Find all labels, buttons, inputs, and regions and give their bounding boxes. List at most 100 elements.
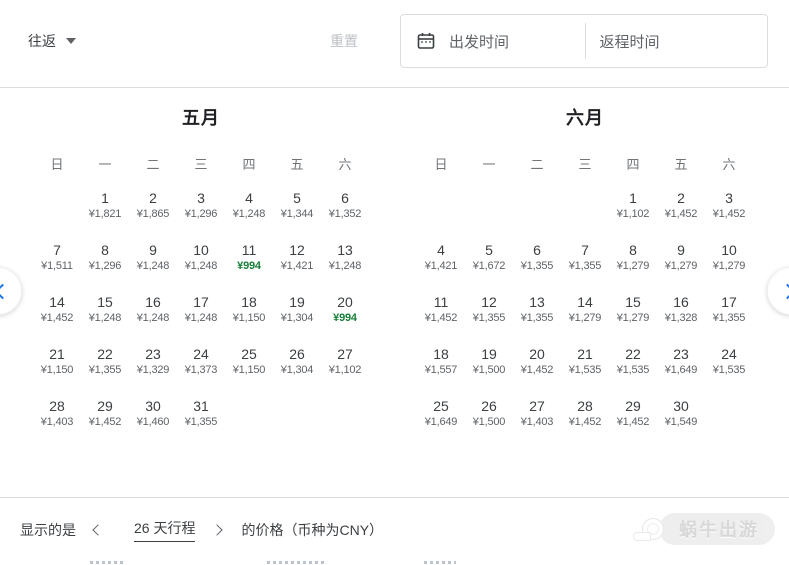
day-cell[interactable]: 22 ¥1,355 <box>81 344 129 396</box>
day-cell[interactable]: 6 ¥1,352 <box>321 188 369 240</box>
day-number: 14 <box>577 294 593 310</box>
footer-prefix-label: 显示的是 <box>20 522 76 538</box>
day-cell[interactable]: 27 ¥1,102 <box>321 344 369 396</box>
day-cell[interactable]: 22 ¥1,535 <box>609 344 657 396</box>
day-cell[interactable]: 24 ¥1,373 <box>177 344 225 396</box>
day-cell[interactable]: 7 ¥1,355 <box>561 240 609 292</box>
increase-trip-length-button[interactable] <box>209 522 225 538</box>
day-price: ¥1,304 <box>280 364 314 376</box>
day-number: 20 <box>337 294 353 310</box>
day-cell[interactable]: 8 ¥1,296 <box>81 240 129 292</box>
day-cell[interactable]: 18 ¥1,150 <box>225 292 273 344</box>
day-price: ¥1,329 <box>136 364 170 376</box>
day-cell[interactable]: 3 ¥1,452 <box>705 188 753 240</box>
day-cell[interactable]: 2 ¥1,452 <box>657 188 705 240</box>
day-cell[interactable]: 19 ¥1,304 <box>273 292 321 344</box>
chevron-left-icon <box>92 524 104 536</box>
trip-length-value[interactable]: 26 天行程 <box>134 518 196 542</box>
day-price: ¥1,452 <box>616 416 650 428</box>
day-cell[interactable]: 20 ¥994 <box>321 292 369 344</box>
day-cell[interactable]: 13 ¥1,248 <box>321 240 369 292</box>
day-cell[interactable]: 25 ¥1,649 <box>417 396 465 448</box>
day-cell[interactable]: 27 ¥1,403 <box>513 396 561 448</box>
day-cell[interactable]: 15 ¥1,279 <box>609 292 657 344</box>
day-cell[interactable]: 4 ¥1,248 <box>225 188 273 240</box>
day-cell[interactable]: 8 ¥1,279 <box>609 240 657 292</box>
day-price: ¥1,102 <box>328 364 362 376</box>
day-cell[interactable]: 18 ¥1,557 <box>417 344 465 396</box>
day-price: ¥1,279 <box>568 312 602 324</box>
day-cell[interactable]: 5 ¥1,344 <box>273 188 321 240</box>
day-cell[interactable]: 7 ¥1,511 <box>33 240 81 292</box>
day-number: 16 <box>673 294 689 310</box>
day-cell[interactable]: 15 ¥1,248 <box>81 292 129 344</box>
day-price: ¥1,248 <box>136 260 170 272</box>
day-cell[interactable]: 9 ¥1,248 <box>129 240 177 292</box>
day-cell[interactable]: 25 ¥1,150 <box>225 344 273 396</box>
day-price: ¥1,279 <box>712 260 746 272</box>
day-cell[interactable]: 11 ¥994 <box>225 240 273 292</box>
day-number: 6 <box>533 242 541 258</box>
day-cell[interactable]: 23 ¥1,329 <box>129 344 177 396</box>
day-price: ¥1,500 <box>472 364 506 376</box>
calendar-icon <box>417 32 435 50</box>
day-price: ¥1,355 <box>472 312 506 324</box>
day-number: 23 <box>673 346 689 362</box>
day-cell[interactable]: 29 ¥1,452 <box>81 396 129 448</box>
day-cell[interactable]: 4 ¥1,421 <box>417 240 465 292</box>
day-cell[interactable]: 9 ¥1,279 <box>657 240 705 292</box>
day-cell[interactable]: 2 ¥1,865 <box>129 188 177 240</box>
day-cell[interactable]: 12 ¥1,421 <box>273 240 321 292</box>
day-number: 21 <box>49 346 65 362</box>
day-cell[interactable]: 26 ¥1,500 <box>465 396 513 448</box>
day-cell[interactable]: 14 ¥1,452 <box>33 292 81 344</box>
day-cell[interactable]: 6 ¥1,355 <box>513 240 561 292</box>
clipped-text-fragment <box>424 561 456 564</box>
day-cell[interactable]: 26 ¥1,304 <box>273 344 321 396</box>
day-cell[interactable]: 17 ¥1,248 <box>177 292 225 344</box>
day-cell[interactable]: 23 ¥1,649 <box>657 344 705 396</box>
day-price: ¥1,102 <box>616 208 650 220</box>
day-price: ¥1,304 <box>280 312 314 324</box>
day-cell[interactable]: 28 ¥1,452 <box>561 396 609 448</box>
day-number: 4 <box>437 242 445 258</box>
empty-day-cell <box>465 188 513 240</box>
day-cell[interactable]: 10 ¥1,279 <box>705 240 753 292</box>
day-price: ¥1,150 <box>40 364 74 376</box>
day-cell[interactable]: 12 ¥1,355 <box>465 292 513 344</box>
return-date-field[interactable]: 返程时间 <box>586 15 768 67</box>
day-cell[interactable]: 19 ¥1,500 <box>465 344 513 396</box>
day-cell[interactable]: 30 ¥1,460 <box>129 396 177 448</box>
day-cell[interactable]: 1 ¥1,102 <box>609 188 657 240</box>
day-cell[interactable]: 21 ¥1,150 <box>33 344 81 396</box>
day-number: 12 <box>481 294 497 310</box>
day-cell[interactable]: 11 ¥1,452 <box>417 292 465 344</box>
day-cell[interactable]: 1 ¥1,821 <box>81 188 129 240</box>
day-cell[interactable]: 31 ¥1,355 <box>177 396 225 448</box>
day-cell[interactable]: 16 ¥1,248 <box>129 292 177 344</box>
day-price: ¥1,649 <box>664 364 698 376</box>
prev-months-button[interactable] <box>0 267 22 315</box>
day-cell[interactable]: 16 ¥1,328 <box>657 292 705 344</box>
weekday-label: 三 <box>194 157 208 172</box>
day-cell[interactable]: 14 ¥1,279 <box>561 292 609 344</box>
trip-type-label: 往返 <box>28 33 56 49</box>
day-cell[interactable]: 30 ¥1,549 <box>657 396 705 448</box>
day-number: 1 <box>629 190 637 206</box>
trip-type-dropdown[interactable]: 往返 <box>28 30 76 52</box>
depart-date-field[interactable]: 出发时间 <box>401 15 585 67</box>
reset-button[interactable]: 重置 <box>330 31 358 51</box>
next-months-button[interactable] <box>767 267 789 315</box>
day-cell[interactable]: 10 ¥1,248 <box>177 240 225 292</box>
day-cell[interactable]: 28 ¥1,403 <box>33 396 81 448</box>
day-cell[interactable]: 29 ¥1,452 <box>609 396 657 448</box>
day-cell[interactable]: 3 ¥1,296 <box>177 188 225 240</box>
day-price: ¥1,452 <box>712 208 746 220</box>
decrease-trip-length-button[interactable] <box>90 522 106 538</box>
day-cell[interactable]: 5 ¥1,672 <box>465 240 513 292</box>
day-cell[interactable]: 13 ¥1,355 <box>513 292 561 344</box>
day-cell[interactable]: 24 ¥1,535 <box>705 344 753 396</box>
day-cell[interactable]: 20 ¥1,452 <box>513 344 561 396</box>
day-cell[interactable]: 17 ¥1,355 <box>705 292 753 344</box>
day-cell[interactable]: 21 ¥1,535 <box>561 344 609 396</box>
